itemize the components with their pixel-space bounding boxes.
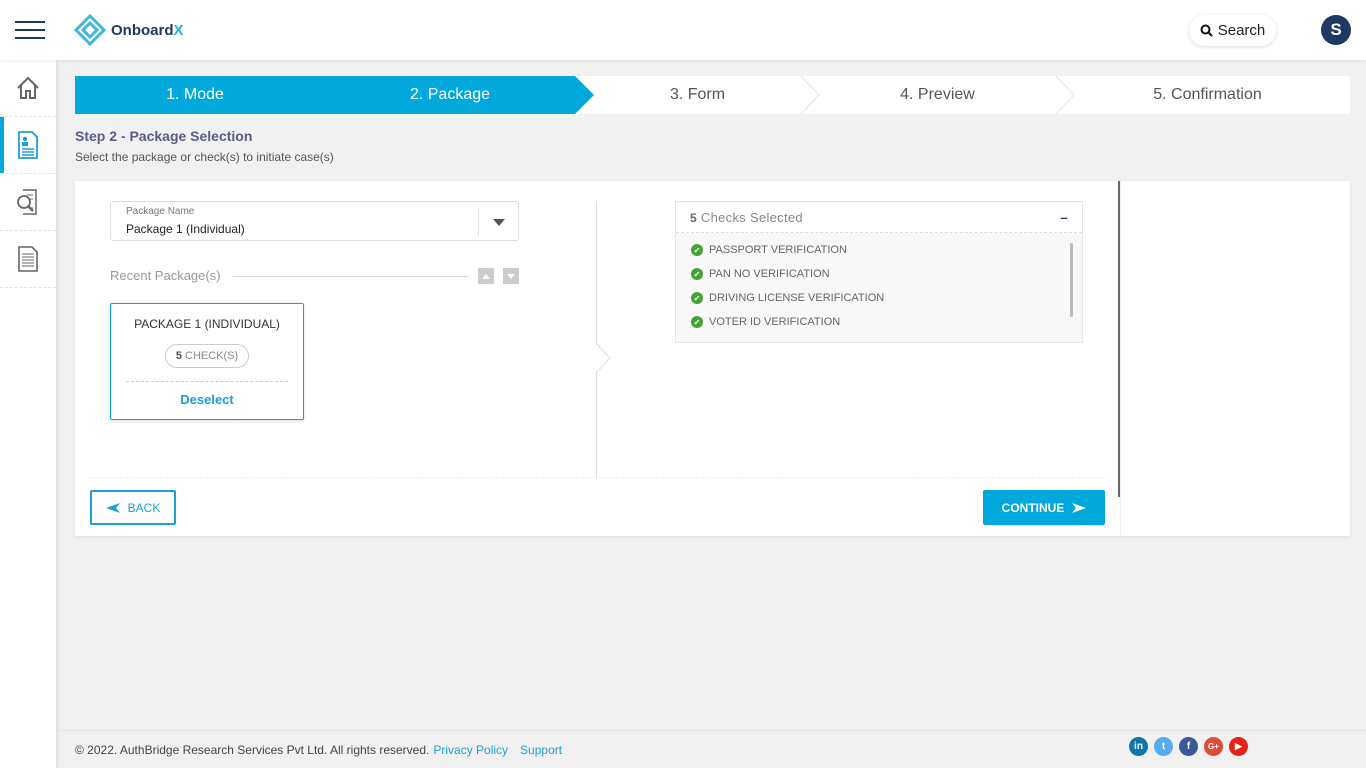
step-package[interactable]: 2. Package	[315, 76, 594, 114]
chevron-up-icon[interactable]	[478, 268, 494, 284]
step-form[interactable]: 3. Form	[575, 76, 820, 114]
step-preview[interactable]: 4. Preview	[810, 76, 1075, 114]
search-label: Search	[1217, 22, 1266, 39]
step-label: 1. Mode	[166, 86, 224, 103]
divider-notch	[596, 343, 611, 373]
step-mode[interactable]: 1. Mode	[75, 76, 334, 114]
divider	[233, 276, 469, 277]
collapse-icon[interactable]: –	[1060, 210, 1068, 225]
step-separator	[800, 76, 820, 114]
step-label: 5. Confirmation	[1153, 86, 1262, 103]
support-link[interactable]: Support	[520, 743, 562, 757]
facebook-icon[interactable]: f	[1179, 737, 1198, 756]
search-button[interactable]: Search	[1189, 15, 1276, 46]
user-avatar[interactable]: S	[1321, 15, 1351, 45]
check-circle-icon: ✔	[691, 316, 703, 328]
sidebar-item-home[interactable]	[0, 60, 56, 117]
privacy-policy-link[interactable]: Privacy Policy	[433, 743, 508, 757]
selected-checks-panel: 5 Checks Selected – ✔ PASSPORT VERIFICATIO…	[675, 201, 1083, 343]
sidebar-item-search-cases[interactable]	[0, 174, 56, 231]
check-item: ✔ DRIVING LICENSE VERIFICATION	[691, 286, 1082, 310]
home-icon	[17, 76, 39, 99]
scrollbar[interactable]	[1070, 243, 1073, 317]
progress-stepper: 1. Mode 2. Package 3. Form 4. Preview 5.…	[75, 76, 1350, 114]
package-name: PACKAGE 1 (INDIVIDUAL)	[134, 317, 280, 331]
check-circle-icon: ✔	[691, 268, 703, 280]
deselect-link[interactable]: Deselect	[111, 392, 303, 407]
check-item: ✔ PAN NO VERIFICATION	[691, 262, 1082, 286]
sidebar-item-reports[interactable]	[0, 231, 56, 288]
youtube-icon[interactable]: ▶	[1229, 737, 1248, 756]
step-label: 2. Package	[409, 86, 491, 103]
step-confirmation[interactable]: 5. Confirmation	[1065, 76, 1350, 114]
top-header: OnboardX Search S	[0, 0, 1366, 60]
sidebar	[0, 60, 56, 768]
recent-packages-label: Recent Package(s)	[110, 268, 221, 283]
check-item: ✔ PASSPORT VERIFICATION	[691, 238, 1082, 262]
chevron-down-icon[interactable]	[503, 268, 519, 284]
package-name-select[interactable]: Package Name Package 1 (Individual)	[110, 201, 519, 241]
vertical-divider	[596, 201, 597, 477]
social-links: in t f G+ ▶	[1129, 737, 1248, 756]
step-separator	[1055, 76, 1075, 114]
back-button[interactable]: BACK	[90, 490, 176, 525]
logo-icon	[73, 13, 107, 47]
arrow-right-icon	[1072, 502, 1087, 513]
package-selection-card: Package Name Package 1 (Individual) Rece…	[75, 181, 1350, 536]
onboardx-logo[interactable]: OnboardX	[73, 13, 184, 47]
form-icon	[18, 131, 38, 159]
page-subtitle: Select the package or check(s) to initia…	[75, 150, 334, 164]
twitter-icon[interactable]: t	[1154, 737, 1173, 756]
step-label: 4. Preview	[900, 86, 975, 103]
continue-button[interactable]: CONTINUE	[983, 490, 1105, 525]
package-card[interactable]: PACKAGE 1 (INDIVIDUAL) 5 CHECK(S) Desele…	[110, 303, 304, 420]
check-count-badge: 5 CHECK(S)	[164, 344, 250, 368]
chevron-down-icon[interactable]	[478, 208, 518, 236]
hamburger-menu-icon[interactable]	[15, 21, 45, 39]
check-circle-icon: ✔	[691, 292, 703, 304]
step-label: 3. Form	[669, 86, 726, 103]
check-item: ✔ VOTER ID VERIFICATION	[691, 310, 1082, 334]
select-value: Package 1 (Individual)	[126, 222, 245, 236]
select-label: Package Name	[126, 206, 195, 217]
search-document-icon	[17, 189, 37, 215]
linkedin-icon[interactable]: in	[1129, 737, 1148, 756]
checks-header[interactable]: 5 Checks Selected –	[676, 202, 1082, 233]
sidebar-item-initiate-case[interactable]	[0, 117, 56, 174]
search-icon	[1200, 24, 1213, 37]
arrow-left-icon	[105, 502, 120, 513]
page-title: Step 2 - Package Selection	[75, 128, 253, 144]
check-circle-icon: ✔	[691, 244, 703, 256]
document-icon	[18, 246, 38, 272]
panel-scrollbar[interactable]	[1118, 181, 1120, 497]
google-plus-icon[interactable]: G+	[1204, 737, 1223, 756]
copyright: © 2022. AuthBridge Research Services Pvt…	[75, 742, 430, 757]
brand-name: OnboardX	[111, 21, 184, 39]
